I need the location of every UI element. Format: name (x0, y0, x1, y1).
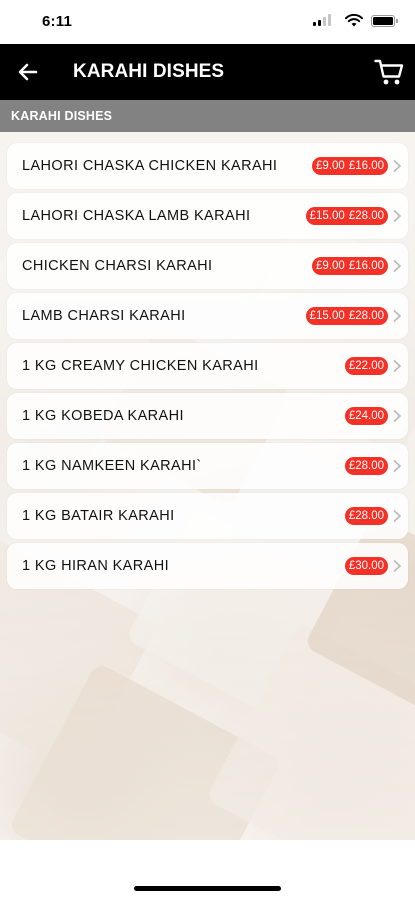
battery-icon (371, 15, 398, 27)
app-header: KARAHI DISHES (0, 44, 415, 100)
chevron-right-icon (393, 559, 402, 573)
menu-item[interactable]: 1 KG BATAIR KARAHI £28.00 (7, 493, 408, 539)
status-time: 6:11 (42, 13, 72, 30)
menu-item[interactable]: 1 KG KOBEDA KARAHI £24.00 (7, 393, 408, 439)
item-name: LAMB CHARSI KARAHI (22, 308, 186, 324)
cellular-signal-icon (313, 14, 331, 26)
arrow-left-icon (18, 63, 38, 81)
page-title: KARAHI DISHES (73, 61, 225, 82)
price-badges: £9.00 £16.00 (312, 257, 388, 275)
cart-button[interactable] (373, 56, 405, 88)
menu-item[interactable]: CHICKEN CHARSI KARAHI £9.00 £16.00 (7, 243, 408, 289)
item-name: CHICKEN CHARSI KARAHI (22, 258, 213, 274)
price-badge: £28.00 (346, 307, 388, 325)
price-badge: £16.00 (346, 157, 388, 175)
wifi-icon (345, 14, 363, 27)
item-name: 1 KG NAMKEEN KARAHI` (22, 458, 202, 474)
price-badges: £28.00 (344, 507, 388, 525)
chevron-right-icon (393, 159, 402, 173)
chevron-right-icon (393, 259, 402, 273)
price-badges: £9.00 £16.00 (312, 157, 388, 175)
price-badge: £30.00 (344, 557, 388, 575)
menu-list: LAHORI CHASKA CHICKEN KARAHI £9.00 £16.0… (7, 143, 408, 593)
price-badges: £30.00 (344, 557, 388, 575)
price-badge: £15.00 (305, 307, 347, 325)
price-badge: £15.00 (305, 207, 347, 225)
bottom-safe-area (0, 840, 415, 900)
price-badge: £24.00 (344, 407, 388, 425)
price-badges: £22.00 (344, 357, 388, 375)
price-badge: £9.00 (312, 157, 347, 175)
price-badge: £16.00 (346, 257, 388, 275)
price-badges: £15.00 £28.00 (305, 307, 388, 325)
category-label: KARAHI DISHES (11, 109, 113, 123)
shopping-cart-icon (374, 59, 404, 85)
price-badge: £9.00 (312, 257, 347, 275)
menu-item[interactable]: LAHORI CHASKA LAMB KARAHI £15.00 £28.00 (7, 193, 408, 239)
chevron-right-icon (393, 209, 402, 223)
menu-item[interactable]: 1 KG NAMKEEN KARAHI` £28.00 (7, 443, 408, 489)
item-name: 1 KG HIRAN KARAHI (22, 558, 169, 574)
chevron-right-icon (393, 459, 402, 473)
price-badges: £15.00 £28.00 (305, 207, 388, 225)
price-badge: £28.00 (346, 207, 388, 225)
item-name: 1 KG KOBEDA KARAHI (22, 408, 184, 424)
menu-item[interactable]: 1 KG HIRAN KARAHI £30.00 (7, 543, 408, 589)
screen: 6:11 KARAHI DISHES KARAHI DISHES LAHORI … (0, 0, 415, 900)
item-name: 1 KG BATAIR KARAHI (22, 508, 175, 524)
menu-item[interactable]: LAMB CHARSI KARAHI £15.00 £28.00 (7, 293, 408, 339)
chevron-right-icon (393, 309, 402, 323)
price-badges: £28.00 (344, 457, 388, 475)
price-badge: £28.00 (344, 457, 388, 475)
home-indicator[interactable] (134, 886, 281, 891)
status-bar: 6:11 (0, 0, 415, 44)
chevron-right-icon (393, 359, 402, 373)
item-name: LAHORI CHASKA CHICKEN KARAHI (22, 158, 278, 174)
chevron-right-icon (393, 509, 402, 523)
back-button[interactable] (14, 58, 42, 86)
chevron-right-icon (393, 409, 402, 423)
price-badge: £28.00 (344, 507, 388, 525)
item-name: 1 KG CREAMY CHICKEN KARAHI (22, 358, 259, 374)
menu-item[interactable]: 1 KG CREAMY CHICKEN KARAHI £22.00 (7, 343, 408, 389)
category-header: KARAHI DISHES (0, 100, 415, 132)
price-badge: £22.00 (344, 357, 388, 375)
price-badges: £24.00 (344, 407, 388, 425)
item-name: LAHORI CHASKA LAMB KARAHI (22, 208, 251, 224)
menu-item[interactable]: LAHORI CHASKA CHICKEN KARAHI £9.00 £16.0… (7, 143, 408, 189)
